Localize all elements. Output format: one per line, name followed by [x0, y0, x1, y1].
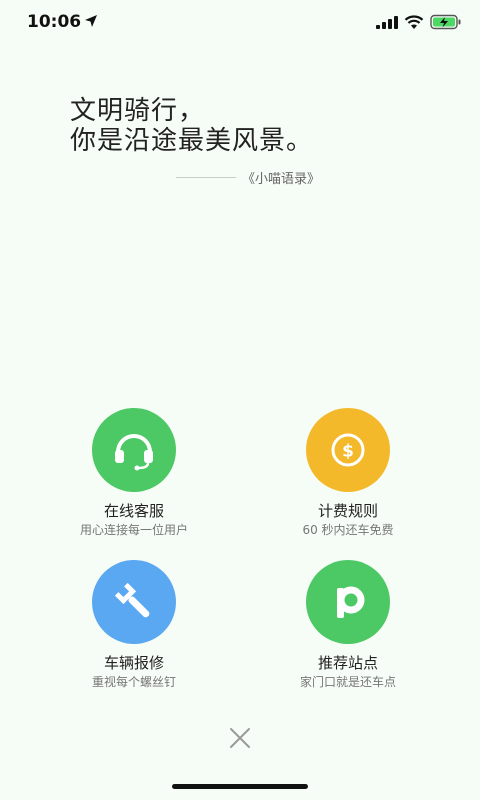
cellular-signal-icon: [376, 16, 398, 29]
vehicle-repair-title: 车辆报修: [103, 654, 164, 672]
status-bar: 10:06: [0, 0, 480, 44]
battery-charging-icon: [430, 14, 461, 30]
pricing-rules-title: 计费规则: [317, 502, 378, 520]
pricing-rules-button[interactable]: $ 计费规则 60 秒内还车免费: [248, 408, 448, 538]
quote-line-2: 你是沿途最美风景。: [70, 126, 314, 156]
online-service-button[interactable]: 在线客服 用心连接每一位用户: [34, 408, 234, 538]
slogan-quote: 文明骑行， 你是沿途最美风景。: [70, 96, 313, 156]
quote-source: 《小喵语录》: [176, 168, 336, 188]
recommended-stations-button[interactable]: 推荐站点 家门口就是还车点: [248, 560, 448, 690]
coin-icon: $: [306, 408, 390, 492]
quote-source-text: 《小喵语录》: [242, 172, 321, 187]
online-service-subtitle: 用心连接每一位用户: [79, 523, 188, 537]
close-icon[interactable]: [226, 724, 254, 752]
wifi-icon: [404, 15, 424, 29]
vehicle-repair-button[interactable]: 车辆报修 重视每个螺丝钉: [34, 560, 234, 690]
svg-text:$: $: [342, 442, 354, 462]
headset-icon: [92, 408, 176, 492]
status-time: 10:06: [27, 12, 82, 32]
location-arrow-icon: [85, 15, 97, 27]
recommended-stations-title: 推荐站点: [317, 654, 378, 672]
source-divider: [176, 177, 236, 178]
vehicle-repair-subtitle: 重视每个螺丝钉: [91, 675, 176, 689]
recommended-stations-subtitle: 家门口就是还车点: [299, 675, 396, 689]
parking-icon: [306, 560, 390, 644]
quote-line-1: 文明骑行，: [70, 96, 206, 126]
wrench-icon: [92, 560, 176, 644]
pricing-rules-subtitle: 60 秒内还车免费: [302, 523, 394, 537]
home-indicator[interactable]: [172, 784, 308, 789]
online-service-title: 在线客服: [103, 502, 164, 520]
